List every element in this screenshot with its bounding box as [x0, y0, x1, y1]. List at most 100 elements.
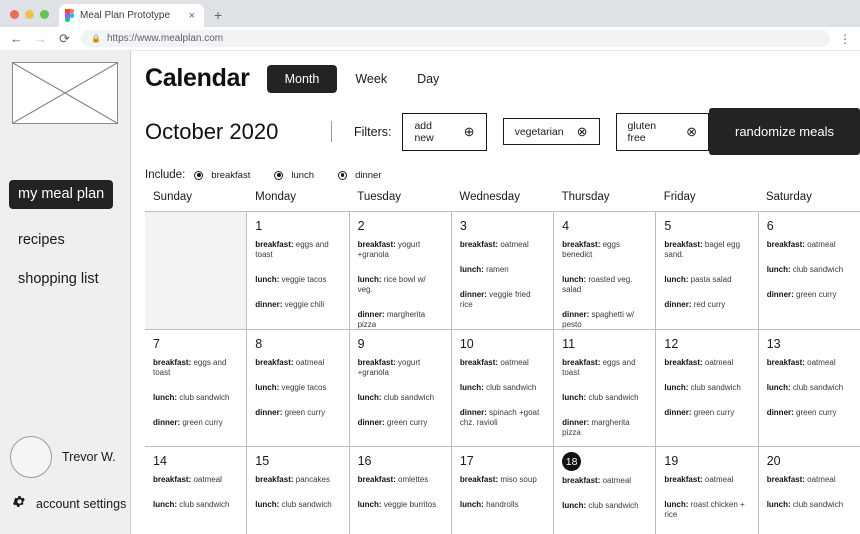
address-bar[interactable]: 🔒 https://www.mealplan.com	[81, 30, 830, 47]
meal-breakfast[interactable]: breakfast: oatmeal	[460, 240, 545, 250]
meal-lunch[interactable]: lunch: veggie tacos	[255, 383, 340, 393]
meal-lunch[interactable]: lunch: club sandwich	[255, 500, 340, 510]
radio-icon[interactable]	[338, 170, 348, 180]
calendar-day-cell[interactable]: 4 breakfast: eggs benedict lunch: roasted …	[554, 212, 657, 329]
add-new-filter-button[interactable]: add new ⊕	[402, 112, 487, 151]
meal-dinner[interactable]: dinner: spaghetti w/ pesto	[562, 310, 647, 329]
meal-lunch[interactable]: lunch: pasta salad	[664, 275, 749, 285]
meal-dinner[interactable]: dinner: green curry	[153, 418, 238, 428]
reload-icon[interactable]: ⟳	[57, 31, 72, 47]
filter-chip-gluten-free[interactable]: gluten free ⊗	[615, 112, 709, 151]
meal-dinner[interactable]: dinner: green curry	[255, 408, 340, 418]
meal-breakfast[interactable]: breakfast: oatmeal	[255, 358, 340, 368]
meal-breakfast[interactable]: breakfast: oatmeal	[664, 358, 749, 368]
calendar-day-cell[interactable]: 9 breakfast: yogurt +granola lunch: club s…	[349, 330, 452, 446]
calendar-day-cell[interactable]: 15 breakfast: pancakes lunch: club sandwic…	[247, 447, 350, 534]
remove-circle-icon[interactable]: ⊗	[686, 125, 697, 138]
calendar-day-cell[interactable]: 6 breakfast: oatmeal lunch: club sandwich d…	[758, 212, 860, 329]
meal-breakfast[interactable]: breakfast: oatmeal	[664, 475, 749, 485]
calendar-day-cell[interactable]: 5 breakfast: bagel egg sand. lunch: pasta …	[656, 212, 759, 329]
meal-lunch[interactable]: lunch: club sandwich	[153, 393, 238, 403]
meal-lunch[interactable]: lunch: club sandwich	[767, 265, 852, 275]
new-tab-icon[interactable]: +	[214, 7, 222, 23]
user-profile[interactable]: Trevor W.	[10, 436, 116, 478]
calendar-day-cell[interactable]: 14 breakfast: oatmeal lunch: club sandwich	[145, 447, 248, 534]
calendar-day-cell[interactable]: 2 breakfast: yogurt +granola lunch: rice b…	[349, 212, 452, 329]
meal-breakfast[interactable]: breakfast: oatmeal	[767, 240, 852, 250]
tab-week[interactable]: Week	[343, 66, 399, 92]
radio-icon[interactable]	[194, 170, 204, 180]
meal-lunch[interactable]: lunch: club sandwich	[358, 393, 443, 403]
meal-breakfast[interactable]: breakfast: yogurt +granola	[358, 240, 443, 260]
meal-lunch[interactable]: lunch: club sandwich	[767, 500, 852, 510]
meal-dinner[interactable]: dinner: veggie chili	[255, 300, 340, 310]
meal-breakfast[interactable]: breakfast: oatmeal	[460, 358, 545, 368]
meal-lunch[interactable]: lunch: veggie tacos	[255, 275, 340, 285]
close-window-button[interactable]	[10, 10, 19, 19]
meal-dinner[interactable]: dinner: margherita pizza	[562, 418, 647, 438]
meal-dinner[interactable]: dinner: green curry	[664, 408, 749, 418]
meal-breakfast[interactable]: breakfast: eggs and toast	[153, 358, 238, 378]
meal-lunch[interactable]: lunch: handrolls	[460, 500, 545, 510]
meal-lunch[interactable]: lunch: veggie burritos	[358, 500, 443, 510]
meal-dinner[interactable]: dinner: green curry	[767, 290, 852, 300]
include-option-breakfast[interactable]: breakfast	[194, 170, 250, 181]
meal-breakfast[interactable]: breakfast: oatmeal	[767, 475, 852, 485]
meal-lunch[interactable]: lunch: rice bowl w/ veg.	[358, 275, 443, 295]
sidebar-item-my-meal-plan[interactable]: my meal plan	[9, 180, 114, 209]
include-option-dinner[interactable]: dinner	[338, 170, 382, 181]
meal-lunch[interactable]: lunch: roast chicken + rice	[664, 500, 749, 520]
tab-month[interactable]: Month	[266, 64, 338, 93]
meal-breakfast[interactable]: breakfast: bagel egg sand.	[664, 240, 749, 260]
meal-lunch[interactable]: lunch: club sandwich	[153, 500, 238, 510]
calendar-day-cell[interactable]: 1 breakfast: eggs and toast lunch: veggie …	[247, 212, 350, 329]
meal-lunch[interactable]: lunch: roasted veg. salad	[562, 275, 647, 295]
meal-lunch[interactable]: lunch: club sandwich	[562, 501, 647, 511]
meal-dinner[interactable]: dinner: margherita pizza	[358, 310, 443, 329]
browser-tab[interactable]: Meal Plan Prototype ×	[59, 4, 204, 27]
meal-lunch[interactable]: lunch: club sandwich	[664, 383, 749, 393]
tab-day[interactable]: Day	[405, 66, 451, 92]
meal-breakfast[interactable]: breakfast: eggs and toast	[255, 240, 340, 260]
calendar-day-cell[interactable]: 7 breakfast: eggs and toast lunch: club sa…	[145, 330, 248, 446]
meal-dinner[interactable]: dinner: spinach +goat chz. ravioli	[460, 408, 545, 428]
meal-breakfast[interactable]: breakfast: eggs benedict	[562, 240, 647, 260]
meal-lunch[interactable]: lunch: club sandwich	[460, 383, 545, 393]
calendar-day-cell[interactable]: 18 breakfast: oatmeal lunch: club sandwich	[554, 447, 657, 534]
back-icon[interactable]: ←	[9, 31, 24, 46]
meal-dinner[interactable]: dinner: veggie fried rice	[460, 290, 545, 310]
account-settings-link[interactable]: account settings	[12, 494, 126, 514]
meal-breakfast[interactable]: breakfast: yogurt +granola	[358, 358, 443, 378]
remove-circle-icon[interactable]: ⊗	[577, 125, 588, 138]
meal-lunch[interactable]: lunch: club sandwich	[562, 393, 647, 403]
minimize-window-button[interactable]	[25, 10, 34, 19]
calendar-day-cell[interactable]: 16 breakfast: omlettes lunch: veggie burri…	[349, 447, 452, 534]
meal-breakfast[interactable]: breakfast: oatmeal	[153, 475, 238, 485]
meal-breakfast[interactable]: breakfast: pancakes	[255, 475, 340, 485]
include-option-lunch[interactable]: lunch	[274, 170, 314, 181]
maximize-window-button[interactable]	[40, 10, 49, 19]
calendar-day-cell[interactable]: 8 breakfast: oatmeal lunch: veggie tacos di…	[247, 330, 350, 446]
calendar-day-cell[interactable]: 12 breakfast: oatmeal lunch: club sandwich…	[656, 330, 759, 446]
sidebar-item-shopping-list[interactable]: shopping list	[9, 271, 99, 287]
sidebar-item-recipes[interactable]: recipes	[9, 232, 65, 248]
meal-lunch[interactable]: lunch: club sandwich	[767, 383, 852, 393]
meal-breakfast[interactable]: breakfast: oatmeal	[767, 358, 852, 368]
close-tab-icon[interactable]: ×	[186, 10, 198, 22]
meal-dinner[interactable]: dinner: green curry	[358, 418, 443, 428]
plus-circle-icon[interactable]: ⊕	[464, 125, 475, 138]
calendar-day-cell[interactable]: 3 breakfast: oatmeal lunch: ramen dinner: v…	[451, 212, 555, 329]
browser-menu-icon[interactable]: ⋮	[839, 32, 851, 46]
calendar-day-cell[interactable]: 17 breakfast: miso soup lunch: handrolls	[451, 447, 555, 534]
meal-dinner[interactable]: dinner: red curry	[664, 300, 749, 310]
randomize-meals-button[interactable]: randomize meals	[709, 108, 860, 155]
radio-icon[interactable]	[274, 170, 284, 180]
calendar-day-cell[interactable]: 10 breakfast: oatmeal lunch: club sandwich…	[451, 330, 555, 446]
forward-icon[interactable]: →	[33, 31, 48, 46]
meal-breakfast[interactable]: breakfast: omlettes	[358, 475, 443, 485]
calendar-day-cell[interactable]: 11 breakfast: eggs and toast lunch: club s…	[554, 330, 657, 446]
meal-lunch[interactable]: lunch: ramen	[460, 265, 545, 275]
filter-chip-vegetarian[interactable]: vegetarian ⊗	[502, 118, 600, 145]
calendar-day-cell[interactable]: 20 breakfast: oatmeal lunch: club sandwich	[758, 447, 860, 534]
calendar-day-cell[interactable]: 13 breakfast: oatmeal lunch: club sandwich…	[758, 330, 860, 446]
